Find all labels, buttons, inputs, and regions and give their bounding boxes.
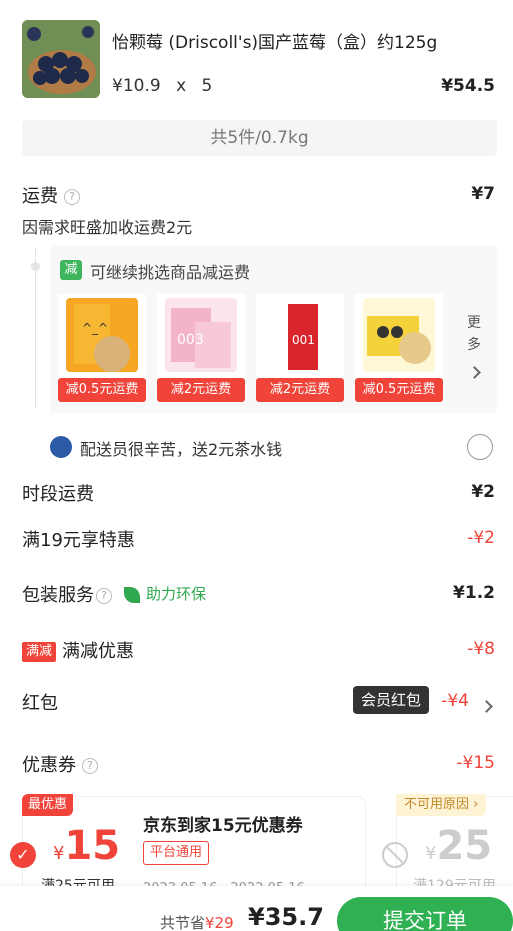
quantity: 5 bbox=[201, 76, 213, 96]
unusable-reason-text: 不可用原因 bbox=[404, 797, 470, 812]
goods-image: 001 bbox=[264, 298, 336, 372]
full-reduce-badge: 满减 bbox=[22, 642, 57, 662]
period-fee-value: ¥2 bbox=[471, 482, 495, 502]
tip-radio[interactable] bbox=[467, 434, 493, 460]
full-reduce-row: 满减 满减优惠 bbox=[22, 637, 134, 663]
packing-value: ¥1.2 bbox=[453, 583, 495, 603]
more-goods-link[interactable]: 更 多 bbox=[464, 312, 484, 384]
coupon-currency: ¥ bbox=[53, 843, 65, 864]
full-reduce-value: -¥8 bbox=[467, 639, 495, 659]
submit-order-button[interactable]: 提交订单 bbox=[337, 897, 513, 931]
goods-reduce-tag: 减2元运费 bbox=[256, 378, 344, 402]
shipping-label: 运费 bbox=[22, 186, 58, 207]
shipping-label-row: 运费? bbox=[22, 182, 80, 208]
promo-goods-2[interactable]: 003 减2元运费 bbox=[157, 294, 245, 402]
goods-reduce-tag: 减0.5元运费 bbox=[58, 378, 146, 402]
more-char-1: 更 bbox=[467, 315, 481, 331]
product-name: 怡颗莓 (Driscoll's)国产蓝莓（盒）约125g bbox=[112, 33, 438, 53]
svg-text:003: 003 bbox=[177, 332, 204, 348]
eco-text: 助力环保 bbox=[146, 585, 207, 603]
promo-goods-3[interactable]: 001 减2元运费 bbox=[256, 294, 344, 402]
more-char-2: 多 bbox=[467, 337, 481, 353]
promo-goods-1[interactable]: ^_^ 减0.5元运费 bbox=[58, 294, 146, 402]
coupon-label-row: 优惠券? bbox=[22, 751, 98, 777]
timeline-line bbox=[35, 248, 36, 408]
order-summary: 共5件/0.7kg bbox=[22, 120, 497, 156]
red-packet-value[interactable]: -¥4 bbox=[441, 691, 469, 711]
saved-text: 共节省¥29 bbox=[160, 912, 234, 931]
over19-label: 满19元享特惠 bbox=[22, 530, 135, 551]
packing-label: 包装服务 bbox=[22, 585, 94, 606]
goods-image: ^_^ bbox=[66, 298, 138, 372]
chevron-right-icon bbox=[467, 366, 481, 379]
unit-price: ¥10.9 bbox=[112, 76, 161, 96]
coupon-amount-value: 15 bbox=[64, 823, 121, 869]
goods-image: 003 bbox=[165, 298, 237, 372]
period-fee-label: 时段运费 bbox=[22, 484, 94, 505]
unusable-reason-tag[interactable]: 不可用原因 › bbox=[396, 794, 487, 816]
help-icon[interactable]: ? bbox=[82, 758, 98, 774]
coupon-b-amount-value: 25 bbox=[436, 823, 493, 869]
tip-text: 配送员很辛苦，送2元茶水钱 bbox=[80, 440, 283, 459]
courier-avatar-icon bbox=[50, 436, 72, 458]
coupon-title: 京东到家15元优惠券 bbox=[143, 816, 303, 836]
eco-badge: 助力环保 bbox=[124, 583, 206, 604]
packing-label-row: 包装服务? bbox=[22, 581, 112, 607]
product-unit-price: ¥10.9 x 5 bbox=[112, 76, 212, 96]
promo-goods-4[interactable]: 减0.5元运费 bbox=[355, 294, 443, 402]
product-total: ¥54.5 bbox=[441, 76, 495, 96]
chevron-right-icon bbox=[480, 700, 493, 713]
member-red-packet-badge: 会员红包 bbox=[352, 686, 429, 714]
check-icon[interactable]: ✓ bbox=[10, 842, 36, 868]
coupon-value: -¥15 bbox=[456, 753, 495, 773]
product-image[interactable] bbox=[22, 20, 100, 98]
reduce-tag: 减 bbox=[60, 260, 82, 280]
coupon-amount: ¥15 bbox=[53, 823, 120, 869]
best-deal-tag: 最优惠 bbox=[22, 794, 74, 816]
coupon-scope-badge: 平台通用 bbox=[143, 841, 210, 865]
goods-reduce-tag: 减0.5元运费 bbox=[355, 378, 443, 402]
order-confirm-card: 怡颗莓 (Driscoll's)国产蓝莓（盒）约125g ¥10.9 x 5 ¥… bbox=[0, 0, 513, 931]
svg-text:001: 001 bbox=[292, 333, 315, 347]
red-packet-chevron[interactable] bbox=[480, 696, 493, 715]
shipping-note: 因需求旺盛加收运费2元 bbox=[22, 218, 193, 237]
times-sign: x bbox=[176, 76, 187, 96]
saved-prefix: 共节省 bbox=[160, 914, 206, 931]
over19-value: -¥2 bbox=[467, 528, 495, 548]
timeline-dot bbox=[31, 262, 40, 271]
svg-text:^_^: ^_^ bbox=[82, 321, 108, 335]
red-packet-label: 红包 bbox=[22, 693, 58, 714]
full-reduce-label: 满减优惠 bbox=[62, 641, 135, 662]
shipping-value: ¥7 bbox=[471, 184, 495, 204]
disabled-icon bbox=[382, 842, 408, 868]
saved-amount: ¥29 bbox=[205, 914, 234, 931]
leaf-icon bbox=[124, 586, 140, 603]
coupon-label: 优惠券 bbox=[22, 755, 76, 776]
promo-title: 可继续挑选商品减运费 bbox=[90, 263, 251, 282]
order-total: ¥35.7 bbox=[248, 903, 324, 931]
help-icon[interactable]: ? bbox=[64, 189, 80, 205]
goods-image bbox=[363, 298, 435, 372]
coupon-b-amount: ¥25 bbox=[425, 823, 492, 869]
coupon-b-currency: ¥ bbox=[425, 843, 437, 864]
help-icon[interactable]: ? bbox=[96, 588, 112, 604]
goods-reduce-tag: 减2元运费 bbox=[157, 378, 245, 402]
